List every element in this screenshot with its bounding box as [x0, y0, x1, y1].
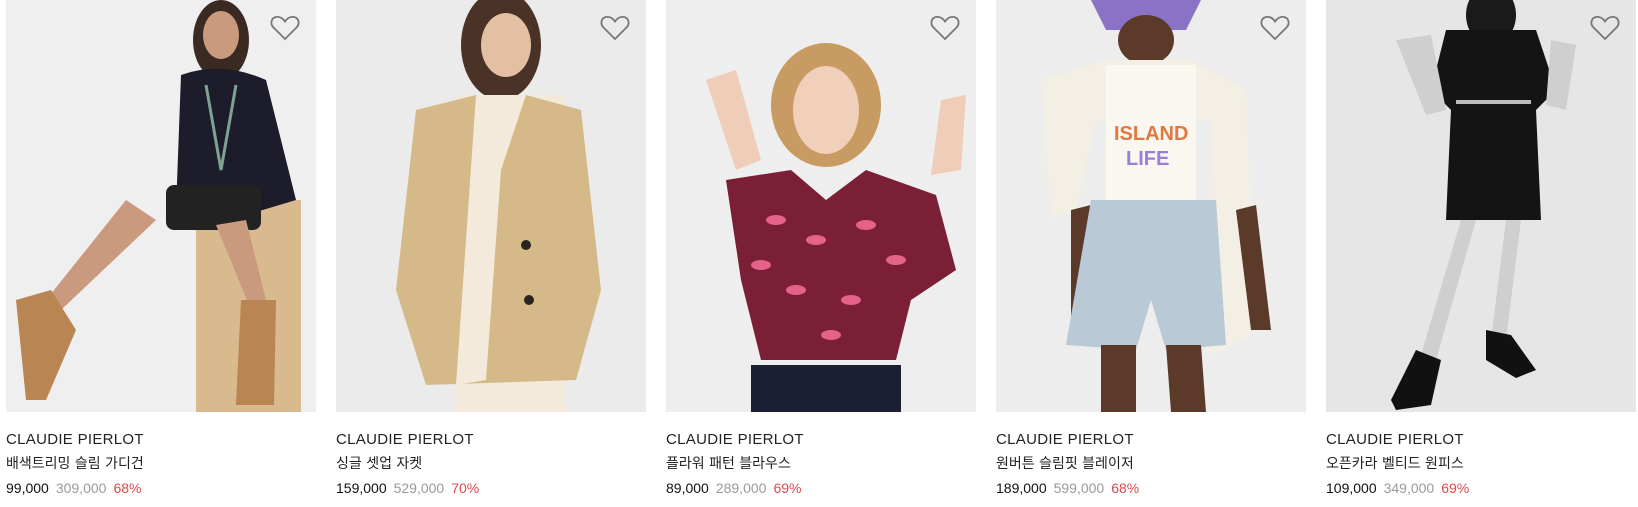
- product-name[interactable]: 배색트리밍 슬림 가디건: [6, 455, 316, 473]
- product-photo-cardigan: [6, 0, 316, 412]
- product-card[interactable]: CLAUDIE PIERLOT 배색트리밍 슬림 가디건 99,000 309,0…: [6, 0, 316, 497]
- original-price: 289,000: [715, 480, 767, 496]
- product-image[interactable]: [336, 0, 646, 412]
- discount-rate: 70%: [451, 480, 480, 496]
- discount-rate: 68%: [113, 480, 142, 496]
- sale-price: 109,000: [1326, 480, 1377, 496]
- product-prices: 89,000 289,000 69%: [666, 479, 976, 497]
- wishlist-heart-icon[interactable]: [930, 14, 960, 42]
- product-image[interactable]: ISLAND LIFE: [996, 0, 1306, 412]
- sale-price: 89,000: [666, 480, 709, 496]
- sale-price: 159,000: [336, 480, 387, 496]
- product-photo-jacket: [336, 0, 646, 412]
- product-grid: CLAUDIE PIERLOT 배색트리밍 슬림 가디건 99,000 309,0…: [6, 0, 1636, 497]
- discount-rate: 69%: [773, 480, 802, 496]
- product-name[interactable]: 오픈카라 벨티드 원피스: [1326, 455, 1636, 473]
- product-card[interactable]: CLAUDIE PIERLOT 플라워 패턴 블라우스 89,000 289,00…: [666, 0, 976, 497]
- product-image[interactable]: [6, 0, 316, 412]
- discount-rate: 68%: [1111, 480, 1140, 496]
- wishlist-heart-icon[interactable]: [1260, 14, 1290, 42]
- product-brand[interactable]: CLAUDIE PIERLOT: [6, 431, 316, 449]
- discount-rate: 69%: [1441, 480, 1470, 496]
- svg-text:LIFE: LIFE: [1126, 148, 1169, 170]
- wishlist-heart-icon[interactable]: [1590, 14, 1620, 42]
- product-card[interactable]: CLAUDIE PIERLOT 오픈카라 벨티드 원피스 109,000 349,…: [1326, 0, 1636, 497]
- product-prices: 189,000 599,000 68%: [996, 479, 1306, 497]
- product-name[interactable]: 플라워 패턴 블라우스: [666, 455, 976, 473]
- product-image[interactable]: [666, 0, 976, 412]
- product-name[interactable]: 싱글 셋업 자켓: [336, 455, 646, 473]
- product-brand[interactable]: CLAUDIE PIERLOT: [666, 431, 976, 449]
- original-price: 349,000: [1383, 480, 1435, 496]
- wishlist-heart-icon[interactable]: [270, 14, 300, 42]
- svg-text:ISLAND: ISLAND: [1114, 123, 1188, 145]
- product-prices: 99,000 309,000 68%: [6, 479, 316, 497]
- original-price: 599,000: [1053, 480, 1105, 496]
- product-photo-blazer: ISLAND LIFE: [996, 0, 1306, 412]
- product-image[interactable]: [1326, 0, 1636, 412]
- original-price: 529,000: [393, 480, 445, 496]
- product-prices: 159,000 529,000 70%: [336, 479, 646, 497]
- product-card[interactable]: ISLAND LIFE CLAUDIE PIERLOT 원버튼 슬림핏 블레이저…: [996, 0, 1306, 497]
- product-brand[interactable]: CLAUDIE PIERLOT: [336, 431, 646, 449]
- sale-price: 189,000: [996, 480, 1047, 496]
- product-photo-dress: [1326, 0, 1636, 412]
- product-prices: 109,000 349,000 69%: [1326, 479, 1636, 497]
- product-brand[interactable]: CLAUDIE PIERLOT: [996, 431, 1306, 449]
- wishlist-heart-icon[interactable]: [600, 14, 630, 42]
- product-name[interactable]: 원버튼 슬림핏 블레이저: [996, 455, 1306, 473]
- sale-price: 99,000: [6, 480, 49, 496]
- product-photo-blouse: [666, 0, 976, 412]
- product-card[interactable]: CLAUDIE PIERLOT 싱글 셋업 자켓 159,000 529,000 7…: [336, 0, 646, 497]
- original-price: 309,000: [55, 480, 107, 496]
- product-brand[interactable]: CLAUDIE PIERLOT: [1326, 431, 1636, 449]
